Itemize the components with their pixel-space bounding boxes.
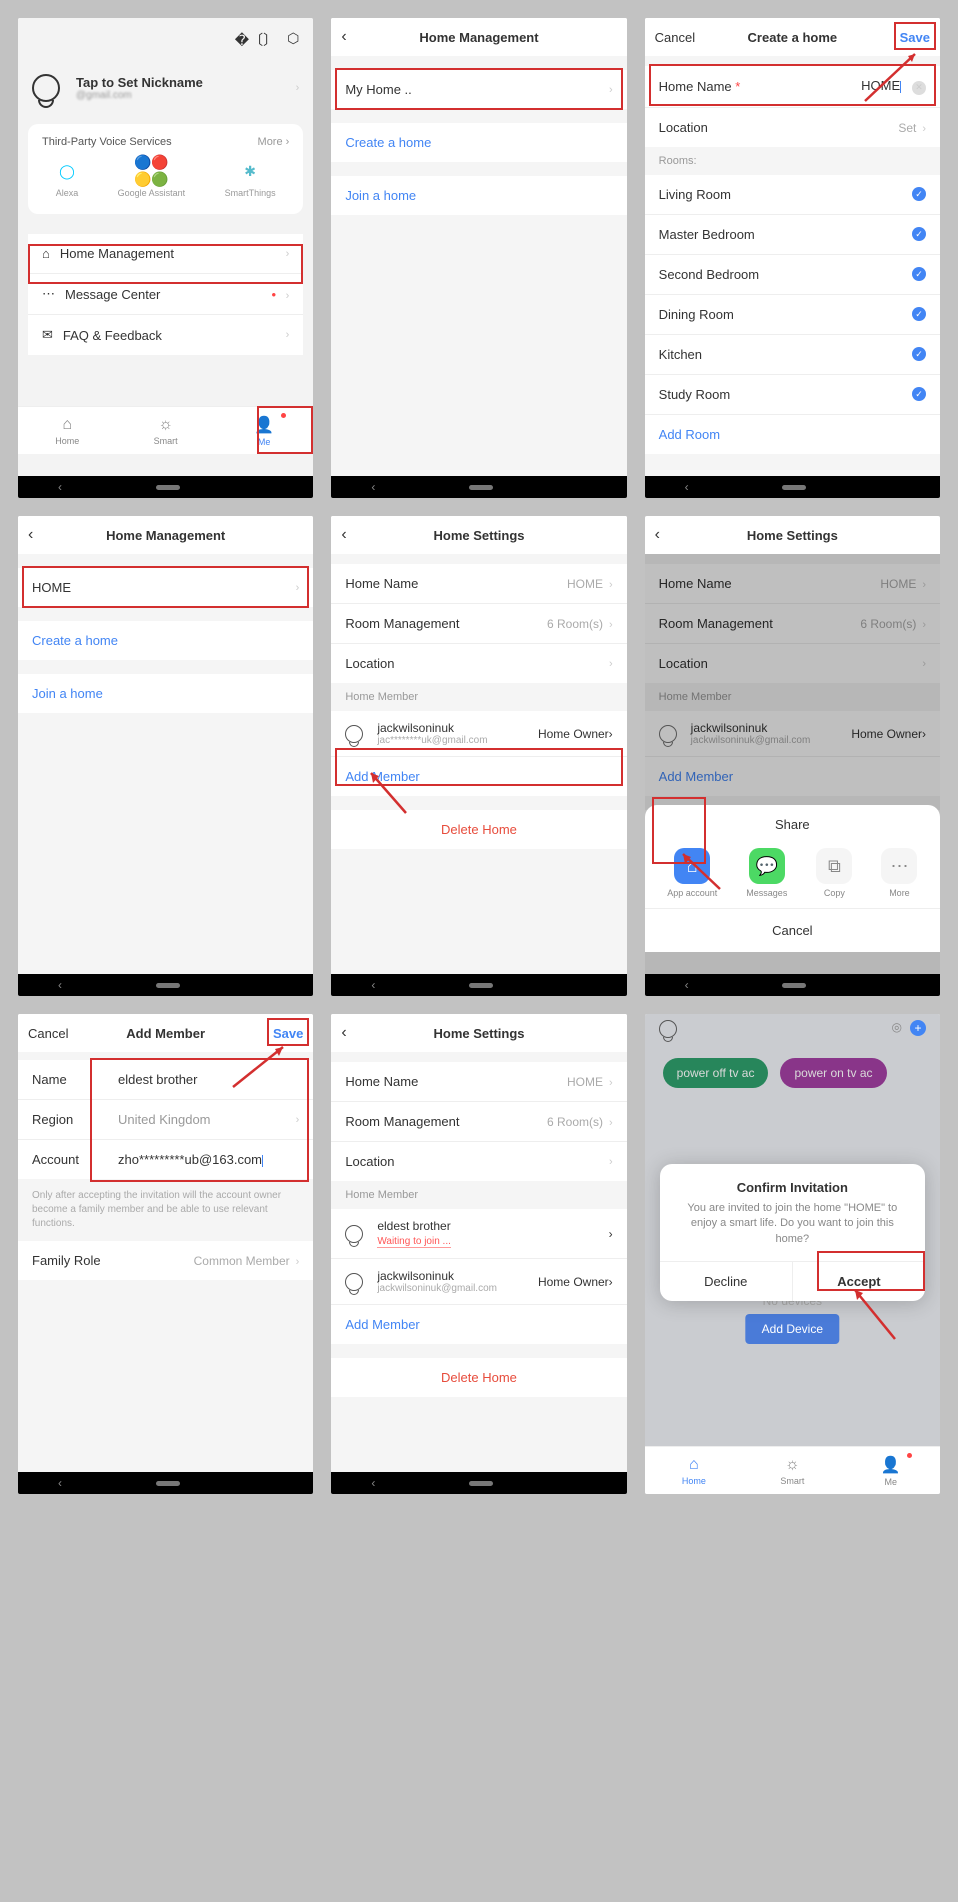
join-home-link[interactable]: Join a home (18, 674, 313, 713)
menu-home-management[interactable]: ⌂Home Management › (28, 234, 303, 273)
share-title: Share (645, 817, 940, 838)
member-header: Home Member (331, 1181, 626, 1209)
page-title: Home Management (419, 30, 538, 45)
create-home-link[interactable]: Create a home (331, 123, 626, 162)
menu-message-center[interactable]: ⋯Message Center • › (28, 274, 303, 314)
page-title: Home Settings (747, 528, 838, 543)
message-icon: ⋯ (42, 286, 55, 302)
share-copy[interactable]: ⧉Copy (816, 848, 852, 898)
avatar-icon (32, 74, 60, 102)
menu-faq[interactable]: ✉FAQ & Feedback › (28, 315, 303, 355)
page-title: Home Settings (433, 1026, 524, 1041)
nickname: Tap to Set Nickname (76, 75, 203, 90)
room-mgmt-row[interactable]: Room Management6 Room(s)› (331, 604, 626, 643)
room-item[interactable]: Study Room✓ (645, 375, 940, 414)
tab-home[interactable]: ⌂Home (645, 1447, 743, 1494)
member-header: Home Member (331, 683, 626, 711)
page-title: Add Member (126, 1026, 205, 1041)
accept-button[interactable]: Accept (793, 1262, 925, 1301)
add-member-link[interactable]: Add Member (331, 757, 626, 796)
hint-text: Only after accepting the invitation will… (18, 1179, 313, 1241)
room-item[interactable]: Dining Room✓ (645, 295, 940, 334)
avatar-icon (659, 725, 677, 743)
member-row[interactable]: jackwilsoninukjackwilsoninuk@gmail.com H… (331, 1259, 626, 1304)
clear-icon[interactable]: ✕ (912, 81, 926, 95)
room-mgmt-row[interactable]: Room Management6 Room(s)› (331, 1102, 626, 1141)
add-icon[interactable]: + (910, 1020, 926, 1036)
email: @gmail.com (76, 90, 203, 101)
add-device-button[interactable]: Add Device (746, 1314, 839, 1344)
tab-smart[interactable]: ☼Smart (743, 1447, 841, 1494)
add-member-link[interactable]: Add Member (331, 1305, 626, 1344)
home-item[interactable]: My Home ..› (331, 70, 626, 109)
member-row[interactable]: jackwilsoninuk jac********uk@gmail.com H… (331, 711, 626, 756)
cancel-button[interactable]: Cancel (28, 1026, 68, 1041)
join-home-link[interactable]: Join a home (331, 176, 626, 215)
delete-home-button[interactable]: Delete Home (331, 810, 626, 849)
back-button[interactable]: ‹ (655, 526, 660, 544)
tab-me[interactable]: 👤Me (215, 407, 313, 454)
location-row[interactable]: LocationSet› (645, 108, 940, 147)
avatar-icon (345, 725, 363, 743)
save-button[interactable]: Save (900, 30, 930, 45)
tab-home[interactable]: ⌂Home (18, 407, 116, 454)
account-row[interactable]: Accountzho*********ub@163.com (18, 1140, 313, 1179)
settings-icon[interactable]: ⬡ (287, 30, 299, 50)
home-name-row[interactable]: Home Name * HOME ✕ (645, 66, 940, 107)
member-row[interactable]: eldest brother Waiting to join ... › (331, 1209, 626, 1258)
share-messages[interactable]: 💬Messages (746, 848, 787, 898)
tab-smart[interactable]: ☼Smart (116, 407, 214, 454)
chevron-icon: › (296, 82, 300, 94)
page-title: Create a home (748, 30, 838, 45)
avatar-icon (345, 1225, 363, 1243)
rooms-header: Rooms: (645, 147, 940, 175)
name-row[interactable]: Nameeldest brother (18, 1060, 313, 1099)
home-name-row[interactable]: Home NameHOME› (331, 1062, 626, 1101)
voice-alexa[interactable]: ◯Alexa (56, 160, 79, 198)
home-item[interactable]: HOME› (18, 568, 313, 607)
tab-me[interactable]: 👤Me (842, 1447, 940, 1494)
delete-home-button[interactable]: Delete Home (331, 1358, 626, 1397)
create-home-link[interactable]: Create a home (18, 621, 313, 660)
weather-icon[interactable]: ◎ (892, 1020, 902, 1036)
scan-icon[interactable]: �〔〕 (235, 30, 277, 50)
room-item[interactable]: Master Bedroom✓ (645, 215, 940, 254)
avatar-icon[interactable] (659, 1020, 687, 1038)
room-item[interactable]: Second Bedroom✓ (645, 255, 940, 294)
faq-icon: ✉ (42, 327, 53, 343)
modal-body: You are invited to join the home "HOME" … (676, 1201, 909, 1261)
share-cancel-button[interactable]: Cancel (645, 909, 940, 952)
share-app-account[interactable]: ⌂App account (667, 848, 717, 898)
page-title: Home Management (106, 528, 225, 543)
page-title: Home Settings (433, 528, 524, 543)
home-name-row[interactable]: Home NameHOME› (331, 564, 626, 603)
back-button[interactable]: ‹ (341, 526, 346, 544)
voice-google[interactable]: 🔵🔴🟡🟢Google Assistant (118, 160, 186, 198)
avatar-icon (345, 1273, 363, 1291)
cancel-button[interactable]: Cancel (655, 30, 695, 45)
profile-row[interactable]: Tap to Set Nickname @gmail.com › (18, 62, 313, 114)
room-item[interactable]: Living Room✓ (645, 175, 940, 214)
save-button[interactable]: Save (273, 1026, 303, 1041)
more-link[interactable]: More › (258, 136, 290, 148)
back-button[interactable]: ‹ (341, 1024, 346, 1042)
location-row[interactable]: Location› (331, 644, 626, 683)
home-icon: ⌂ (42, 246, 50, 261)
back-button[interactable]: ‹ (341, 28, 346, 46)
location-row[interactable]: Location› (331, 1142, 626, 1181)
add-room-link[interactable]: Add Room (645, 415, 940, 454)
voices-title: Third-Party Voice Services (42, 136, 172, 148)
family-role-row[interactable]: Family RoleCommon Member› (18, 1241, 313, 1280)
decline-button[interactable]: Decline (660, 1262, 793, 1301)
back-button[interactable]: ‹ (28, 526, 33, 544)
voice-smartthings[interactable]: ✱SmartThings (225, 160, 276, 198)
region-row[interactable]: RegionUnited Kingdom› (18, 1100, 313, 1139)
modal-title: Confirm Invitation (676, 1180, 909, 1195)
room-item[interactable]: Kitchen✓ (645, 335, 940, 374)
share-more[interactable]: ⋯More (881, 848, 917, 898)
